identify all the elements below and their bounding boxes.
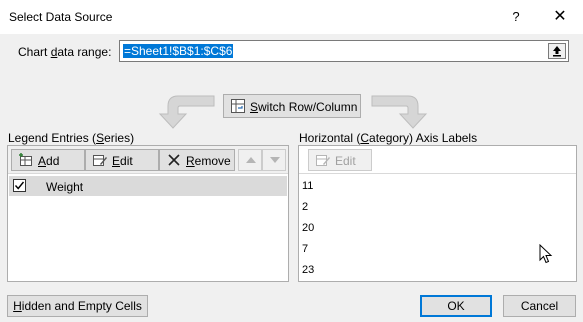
legend-toolbar: Add Edit Remove — [8, 146, 288, 174]
category-item[interactable]: 11 — [302, 180, 313, 192]
remove-series-button[interactable]: Remove — [159, 149, 235, 171]
add-table-icon — [19, 153, 32, 166]
right-curved-arrow-icon — [371, 95, 428, 129]
checkmark-icon — [14, 181, 25, 190]
dialog-title: Select Data Source — [9, 10, 113, 24]
category-toolbar: Edit — [299, 146, 576, 174]
upload-arrow-icon — [553, 46, 561, 57]
remove-x-icon — [168, 154, 180, 166]
move-up-button[interactable] — [238, 149, 262, 171]
edit-table-icon — [316, 155, 330, 166]
remove-series-label: Remove — [186, 154, 231, 168]
close-button[interactable]: ✕ — [546, 6, 574, 28]
category-item[interactable]: 2 — [302, 201, 308, 213]
edit-table-icon — [93, 155, 107, 166]
category-item[interactable]: 23 — [302, 264, 314, 276]
category-axis-panel: Edit 11 2 20 7 23 — [298, 145, 577, 282]
help-button[interactable]: ? — [508, 8, 524, 26]
chart-data-range-input[interactable]: =Sheet1!$B$1:$C$6 — [119, 40, 569, 62]
move-up-icon — [246, 157, 256, 163]
edit-category-button[interactable]: Edit — [308, 149, 372, 171]
edit-series-button[interactable]: Edit — [85, 149, 159, 171]
category-item[interactable]: 20 — [302, 222, 314, 234]
collapse-dialog-button[interactable] — [548, 43, 566, 59]
switch-row-column-label: Switch Row/Column — [250, 100, 358, 114]
edit-category-label: Edit — [335, 154, 356, 168]
ok-button[interactable]: OK — [420, 295, 492, 317]
title-bar: Select Data Source ? ✕ — [0, 0, 583, 34]
series-checkbox[interactable] — [13, 179, 26, 192]
category-item[interactable]: 7 — [302, 243, 308, 255]
edit-series-label: Edit — [112, 154, 133, 168]
move-down-icon — [270, 157, 280, 163]
left-curved-arrow-icon — [158, 95, 215, 129]
switch-table-icon — [231, 99, 245, 113]
category-axis-labels-heading: Horizontal (Category) Axis Labels — [299, 131, 478, 145]
cancel-button[interactable]: Cancel — [503, 295, 576, 317]
hidden-empty-cells-button[interactable]: Hidden and Empty Cells — [7, 295, 148, 317]
chart-data-range-label: Chart data range: — [18, 45, 112, 59]
mouse-pointer-icon — [539, 244, 553, 264]
move-down-button[interactable] — [262, 149, 286, 171]
legend-entries-panel: Add Edit Remove Weight — [7, 145, 289, 282]
legend-entries-heading: Legend Entries (Series) — [8, 131, 135, 145]
add-series-label: Add — [38, 154, 60, 168]
switch-row-column-button[interactable]: Switch Row/Column — [223, 94, 361, 118]
add-series-button[interactable]: Add — [11, 149, 85, 171]
chart-data-range-value: =Sheet1!$B$1:$C$6 — [123, 44, 234, 58]
series-row-weight[interactable]: Weight — [9, 176, 287, 196]
series-name: Weight — [46, 180, 84, 194]
